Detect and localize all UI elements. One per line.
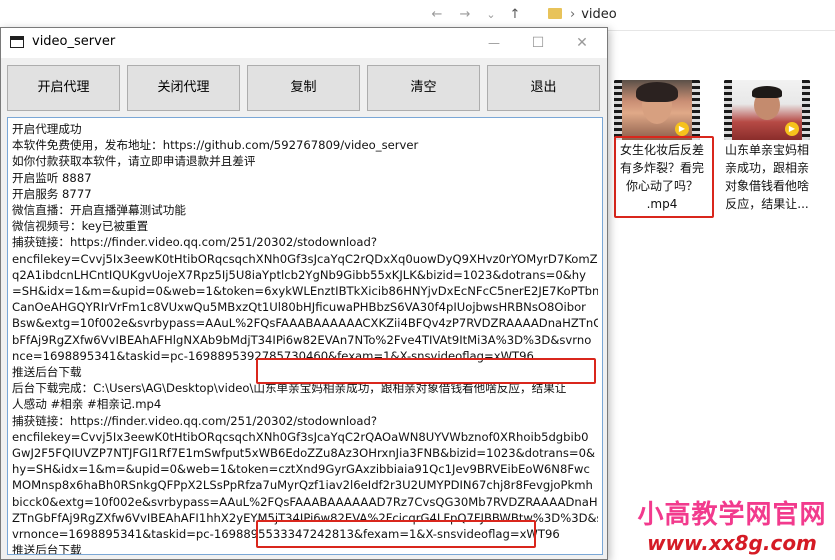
clear-button[interactable]: 清空 bbox=[367, 65, 480, 111]
log-line: 开启代理成功 bbox=[12, 122, 82, 136]
log-line: 如你付款获取本软件，请立即申请退款并且差评 bbox=[12, 154, 256, 169]
highlight-box bbox=[256, 520, 536, 548]
log-line: GwJ2F5FQIUVZP7NTJFGl1Rf7E1mSwfput5xWB6Ed… bbox=[12, 446, 596, 461]
breadcrumb[interactable]: › video bbox=[548, 4, 835, 26]
log-line: =SH&idx=1&m=&upid=0&web=1&token=6xykWLEn… bbox=[12, 284, 598, 299]
chevron-down-icon[interactable]: ⌄ bbox=[482, 6, 500, 24]
log-line: bicck0&extg=10f002e&svrbypass=AAuL%2FQsF… bbox=[12, 494, 598, 509]
maximize-button[interactable]: ☐ bbox=[523, 32, 553, 54]
log-line: 人感动 #相亲 #相亲记.mp4 bbox=[12, 397, 162, 412]
log-line: encfilekey=Cvvj5Ix3eewK0tHtibORqcsqchXNh… bbox=[12, 429, 589, 444]
file-name-line: 有多炸裂？看完 bbox=[619, 161, 704, 175]
log-line: 微信直播：开启直播弹幕测试功能 bbox=[12, 203, 186, 218]
film-strip-icon bbox=[724, 80, 732, 140]
hair-shape bbox=[752, 86, 782, 98]
file-name-label[interactable]: 女生化妆后反差 有多炸裂？看完 你心动了吗？ .mp4 bbox=[614, 141, 710, 213]
close-button[interactable]: ✕ bbox=[567, 32, 597, 54]
log-line: CanOeAHGQYRIrVrFm1c8VUxwQu5MBxzQt1Ul80bH… bbox=[12, 300, 586, 315]
back-arrow-icon[interactable]: ← bbox=[428, 6, 446, 24]
file-name-label[interactable]: 山东单亲宝妈相 亲成功，跟相亲 对象借钱看他啥 反应，结果让... bbox=[719, 141, 815, 213]
log-line: MOMnsp8x6haBh0RSnkgQFPpX2LSsPpRfza7uMyrQ… bbox=[12, 478, 593, 493]
exit-button[interactable]: 退出 bbox=[487, 65, 600, 111]
highlight-box bbox=[256, 358, 596, 384]
copy-button[interactable]: 复制 bbox=[247, 65, 360, 111]
file-name-line: .mp4 bbox=[646, 197, 678, 211]
film-strip-icon bbox=[614, 80, 622, 140]
file-name-line: 女生化妆后反差 bbox=[619, 143, 704, 157]
title-bar[interactable]: video_server — ☐ ✕ bbox=[1, 28, 607, 58]
log-line: Bsw&extg=10f002e&svrbypass=AAuL%2FQsFAAA… bbox=[12, 316, 598, 331]
forward-arrow-icon[interactable]: → bbox=[456, 6, 474, 24]
log-line: 微信视频号：key已被重置 bbox=[12, 219, 149, 234]
file-name-line: 反应，结果让... bbox=[725, 197, 809, 211]
log-line: encfilekey=Cvvj5Ix3eewK0tHtibORqcsqchXNh… bbox=[12, 251, 598, 266]
log-line: 开启服务 8777 bbox=[12, 186, 92, 201]
log-line: q2A1ibdcnLHCntIQUKgvUojeX7Rpz5Ij5U8iaYpt… bbox=[12, 267, 586, 282]
log-line: 本软件免费使用，发布地址：https://github.com/59276780… bbox=[12, 138, 419, 153]
stop-proxy-button[interactable]: 关闭代理 bbox=[127, 65, 240, 111]
file-name-line: 亲成功，跟相亲 bbox=[724, 161, 809, 175]
video-server-window: video_server — ☐ ✕ 开启代理 关闭代理 复制 清空 退出 开启… bbox=[0, 27, 608, 560]
watermark-url: www.xx8g.com bbox=[647, 531, 817, 555]
minimize-button[interactable]: — bbox=[479, 32, 509, 54]
breadcrumb-folder[interactable]: video bbox=[581, 7, 617, 22]
watermark-title: 小高教学网官网 bbox=[637, 500, 827, 530]
hair-shape bbox=[636, 82, 678, 102]
video-thumbnail[interactable]: ▶ bbox=[614, 80, 700, 140]
breadcrumb-separator: › bbox=[570, 7, 576, 22]
folder-icon bbox=[548, 8, 562, 19]
log-line: bFfAj9RgZXfw6VvIBEAhAFHlgNXAb9bMdjT34IPi… bbox=[12, 332, 592, 347]
window-title: video_server bbox=[32, 34, 116, 49]
video-thumbnail[interactable]: ▶ bbox=[724, 80, 810, 140]
watermark: 小高教学网官网 www.xx8g.com bbox=[629, 498, 835, 560]
log-output-textarea[interactable]: 开启代理成功本软件免费使用，发布地址：https://github.com/59… bbox=[7, 117, 603, 555]
play-badge-icon: ▶ bbox=[675, 122, 689, 136]
log-line: 捕获链接：https://finder.video.qq.com/251/203… bbox=[12, 235, 377, 250]
film-strip-icon bbox=[692, 80, 700, 140]
log-line: 捕获链接：https://finder.video.qq.com/251/203… bbox=[12, 413, 377, 428]
file-name-line: 山东单亲宝妈相 bbox=[724, 143, 809, 157]
file-name-line: 你心动了吗？ bbox=[625, 179, 698, 193]
log-line: 开启监听 8887 bbox=[12, 170, 92, 185]
start-proxy-button[interactable]: 开启代理 bbox=[7, 65, 120, 111]
log-line: hy=SH&idx=1&m=&upid=0&web=1&token=cztXnd… bbox=[12, 462, 590, 477]
film-strip-icon bbox=[802, 80, 810, 140]
file-name-line: 对象借钱看他啥 bbox=[724, 179, 809, 193]
up-arrow-icon[interactable]: ↑ bbox=[506, 6, 524, 24]
window-app-icon bbox=[10, 36, 24, 48]
play-badge-icon: ▶ bbox=[785, 122, 799, 136]
